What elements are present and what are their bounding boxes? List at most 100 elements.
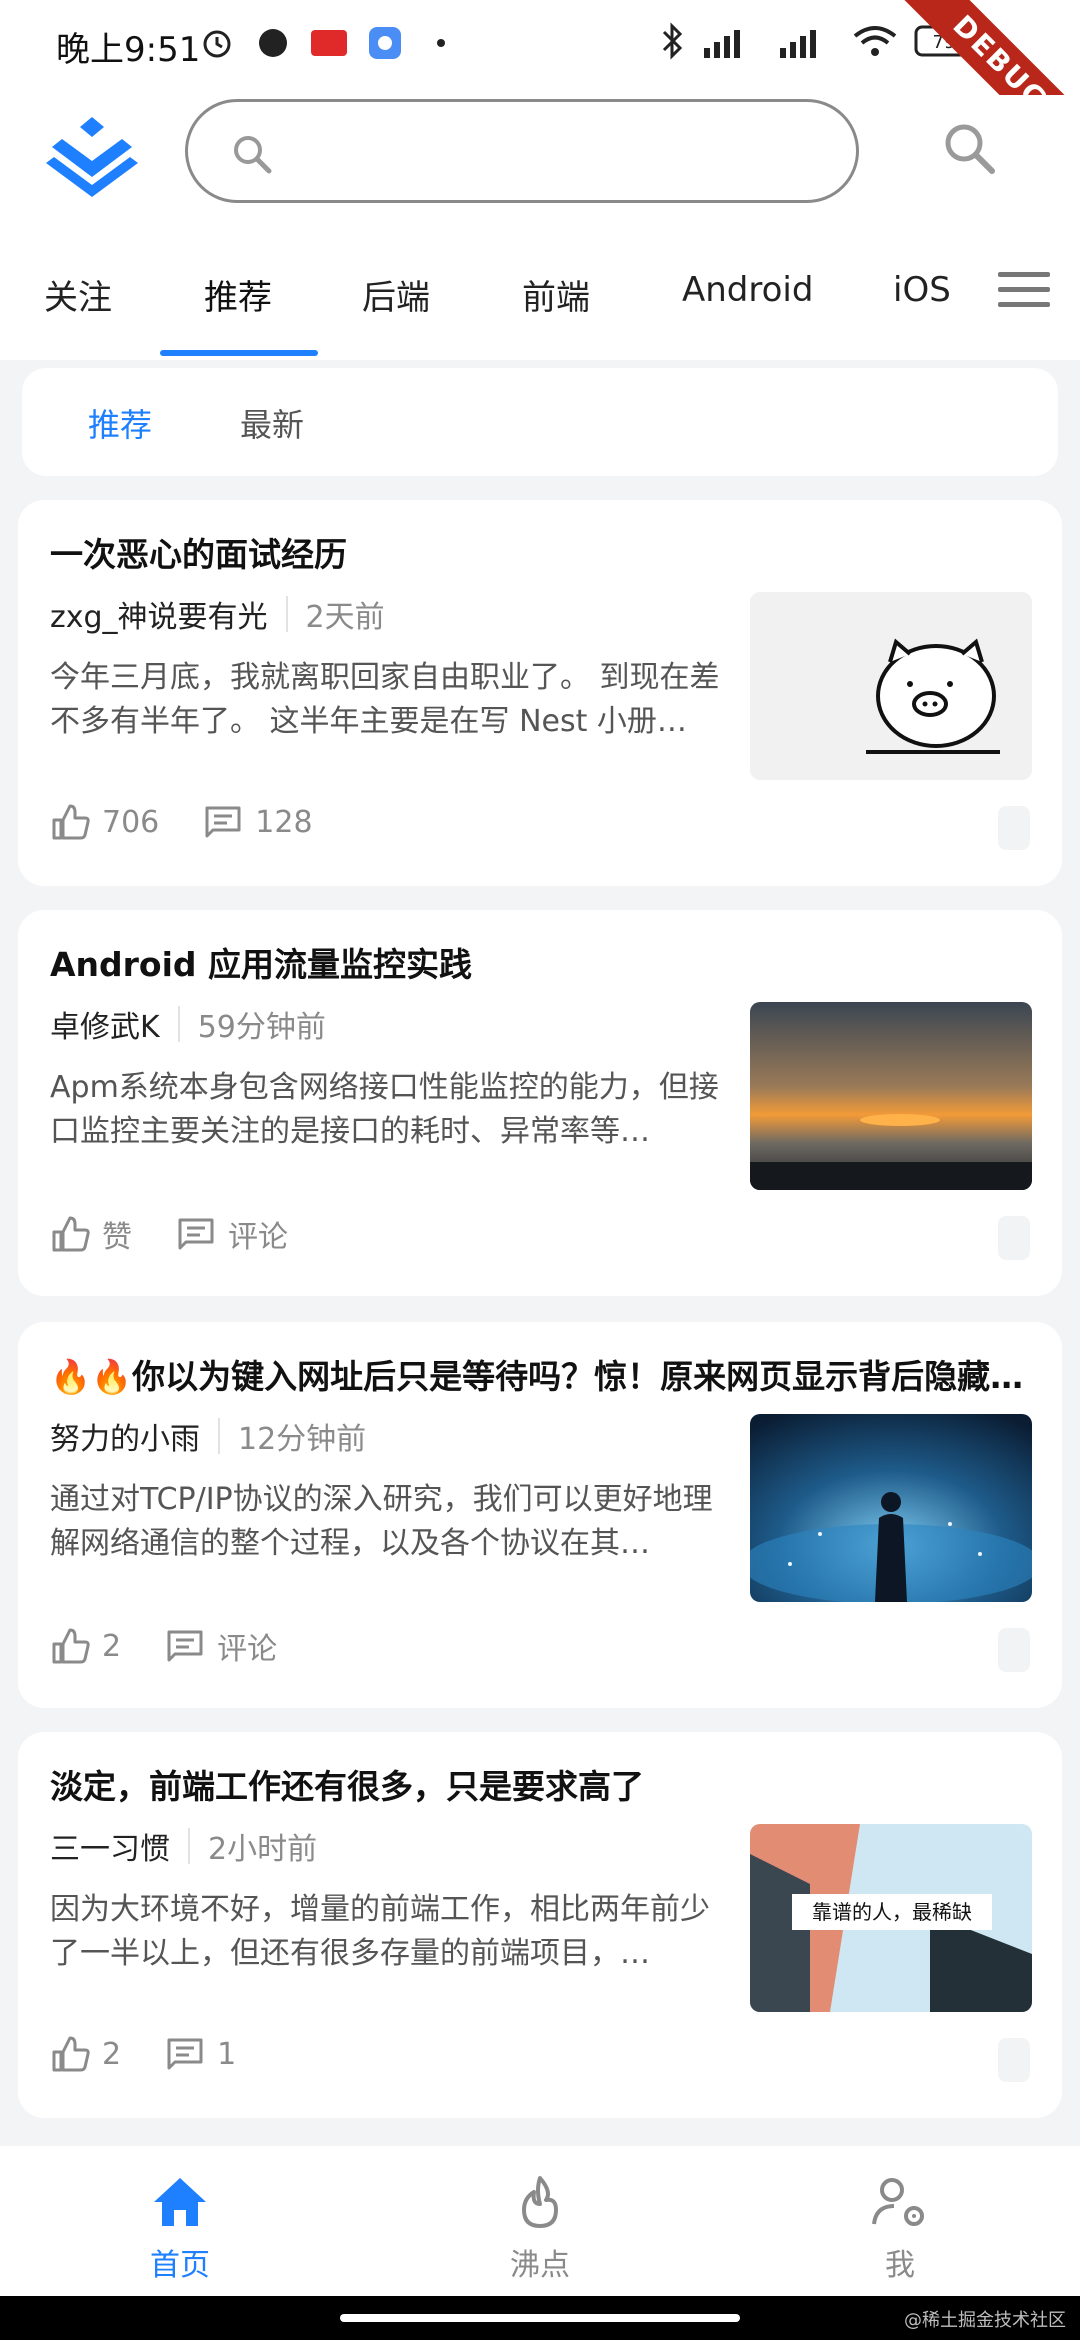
- like-count: 706: [102, 804, 160, 840]
- article-actions: 2 评论: [50, 1624, 321, 1668]
- article-card[interactable]: 淡定，前端工作还有很多，只是要求高了 三一习惯 2小时前 因为大环境不好，增量的…: [18, 1732, 1062, 2118]
- nav-home[interactable]: 首页: [100, 2174, 260, 2284]
- article-thumbnail[interactable]: [750, 592, 1032, 780]
- search-icon: [230, 132, 274, 180]
- search-field[interactable]: [185, 99, 859, 203]
- nav-hot-label: 沸点: [510, 2248, 570, 2283]
- thumbs-up-icon: [52, 1216, 90, 1252]
- article-time: 12分钟前: [238, 1422, 367, 1457]
- juejin-logo-icon[interactable]: [42, 109, 142, 199]
- home-indicator[interactable]: [340, 2314, 740, 2322]
- comment-button[interactable]: 评论: [165, 1624, 277, 1668]
- tab-recommended[interactable]: 推荐: [204, 270, 272, 319]
- more-options-button[interactable]: [998, 2038, 1030, 2082]
- tab-ios[interactable]: iOS: [893, 270, 951, 310]
- article-thumbnail[interactable]: [750, 1002, 1032, 1190]
- article-summary: Apm系统本身包含网络接口性能监控的能力，但接口监控主要关注的是接口的耗时、异常…: [50, 1070, 719, 1149]
- article-thumbnail[interactable]: 靠谱的人，最稀缺: [750, 1824, 1032, 2012]
- like-button[interactable]: 2: [50, 1626, 121, 1666]
- article-title[interactable]: 🔥🔥你以为键入网址后只是等待吗？惊！原来网页显示背后隐藏…: [50, 1350, 1040, 1398]
- article-title[interactable]: Android 应用流量监控实践: [50, 938, 1040, 986]
- article-meta: 努力的小雨 12分钟前: [50, 1414, 366, 1458]
- meta-divider: [188, 1828, 190, 1864]
- bottom-navigation: 首页 沸点 我: [0, 2146, 1080, 2296]
- like-count: 赞: [102, 1220, 132, 1255]
- like-button[interactable]: 赞: [50, 1212, 132, 1256]
- signal-icon-2: [776, 22, 836, 64]
- article-author[interactable]: 卓修武K: [50, 1002, 160, 1046]
- nav-hot[interactable]: 沸点: [460, 2174, 620, 2284]
- comment-button[interactable]: 评论: [176, 1212, 288, 1256]
- article-author[interactable]: zxg_神说要有光: [50, 592, 268, 636]
- search-input[interactable]: [288, 122, 812, 184]
- wifi-icon: [852, 22, 898, 64]
- search-button[interactable]: [940, 119, 1000, 179]
- subtab-latest[interactable]: 最新: [240, 400, 304, 446]
- article-thumbnail[interactable]: [750, 1414, 1032, 1602]
- system-gesture-area: @稀土掘金技术社区: [0, 2296, 1080, 2340]
- tab-follow[interactable]: 关注: [44, 270, 112, 319]
- tab-frontend[interactable]: 前端: [522, 270, 590, 319]
- article-meta: 卓修武K 59分钟前: [50, 1002, 326, 1046]
- notification-icons: [198, 24, 460, 62]
- article-card[interactable]: 一次恶心的面试经历 zxg_神说要有光 2天前 今年三月底，我就离职回家自由职业…: [18, 500, 1062, 886]
- article-summary: 通过对TCP/IP协议的深入研究，我们可以更好地理解网络通信的整个过程，以及各个…: [50, 1482, 713, 1561]
- article-actions: 赞 评论: [50, 1212, 332, 1256]
- article-time: 2小时前: [208, 1832, 318, 1867]
- active-tab-indicator: [160, 350, 318, 356]
- thumbs-up-icon: [52, 804, 90, 840]
- status-bar: 晚上9:51 79 DEBUG: [0, 0, 1080, 186]
- article-author[interactable]: 努力的小雨: [50, 1414, 200, 1458]
- more-options-button[interactable]: [998, 1628, 1030, 1672]
- article-card[interactable]: Android 应用流量监控实践 卓修武K 59分钟前 Apm系统本身包含网络接…: [18, 910, 1062, 1296]
- article-meta: 三一习惯 2小时前: [50, 1824, 317, 1868]
- comment-button[interactable]: 1: [165, 2034, 236, 2074]
- app-notification-icon: [254, 24, 292, 62]
- comment-button[interactable]: 128: [203, 802, 313, 842]
- feed-sort-tabs: 推荐 最新: [22, 368, 1058, 476]
- thumbs-up-icon: [52, 2036, 90, 2072]
- like-button[interactable]: 706: [50, 802, 159, 842]
- comment-count: 评论: [228, 1220, 288, 1255]
- like-count: 2: [102, 2036, 122, 2072]
- tab-backend[interactable]: 后端: [362, 270, 430, 319]
- bluetooth-icon: [660, 22, 684, 64]
- comment-icon: [167, 1630, 203, 1662]
- app-header: [0, 95, 1080, 240]
- nav-home-label: 首页: [150, 2248, 210, 2283]
- search-icon: [945, 124, 995, 174]
- meta-divider: [218, 1418, 220, 1454]
- like-button[interactable]: 2: [50, 2034, 121, 2074]
- comment-icon: [178, 1218, 214, 1250]
- tab-android[interactable]: Android: [682, 270, 813, 310]
- flame-icon: [522, 2176, 558, 2228]
- comment-count: 评论: [217, 1632, 278, 1667]
- article-time: 2天前: [305, 600, 385, 635]
- watermark: @稀土掘金技术社区: [904, 2310, 1066, 2331]
- alarm-icon: [198, 24, 236, 62]
- article-meta: zxg_神说要有光 2天前: [50, 592, 385, 636]
- app-icon: [366, 24, 404, 62]
- category-tabs: 关注 推荐 后端 前端 Android iOS: [0, 240, 1080, 360]
- signal-icon: [700, 22, 760, 64]
- more-options-button[interactable]: [998, 806, 1030, 850]
- article-actions: 2 1: [50, 2034, 280, 2074]
- subtab-recommended[interactable]: 推荐: [88, 400, 152, 446]
- home-icon: [154, 2178, 206, 2226]
- more-options-button[interactable]: [998, 1216, 1030, 1260]
- comment-count: 128: [255, 804, 313, 840]
- nav-me-label: 我: [885, 2248, 915, 2283]
- article-title[interactable]: 淡定，前端工作还有很多，只是要求高了: [50, 1760, 1040, 1808]
- article-card[interactable]: 🔥🔥你以为键入网址后只是等待吗？惊！原来网页显示背后隐藏… 努力的小雨 12分钟…: [18, 1322, 1062, 1708]
- menu-icon[interactable]: [998, 270, 1050, 314]
- article-title[interactable]: 一次恶心的面试经历: [50, 528, 1040, 576]
- dot-icon: [422, 24, 460, 62]
- like-count: 2: [102, 1628, 122, 1664]
- svg-text:靠谱的人，最稀缺: 靠谱的人，最稀缺: [812, 1900, 972, 1924]
- article-author[interactable]: 三一习惯: [50, 1824, 170, 1868]
- article-summary: 今年三月底，我就离职回家自由职业了。 到现在差不多有半年了。 这半年主要是在写 …: [50, 660, 720, 739]
- article-time: 59分钟前: [197, 1010, 326, 1045]
- nav-me[interactable]: 我: [820, 2174, 980, 2284]
- comment-count: 1: [217, 2036, 237, 2072]
- article-summary: 因为大环境不好，增量的前端工作，相比两年前少了一半以上，但还有很多存量的前端项目…: [50, 1892, 710, 1971]
